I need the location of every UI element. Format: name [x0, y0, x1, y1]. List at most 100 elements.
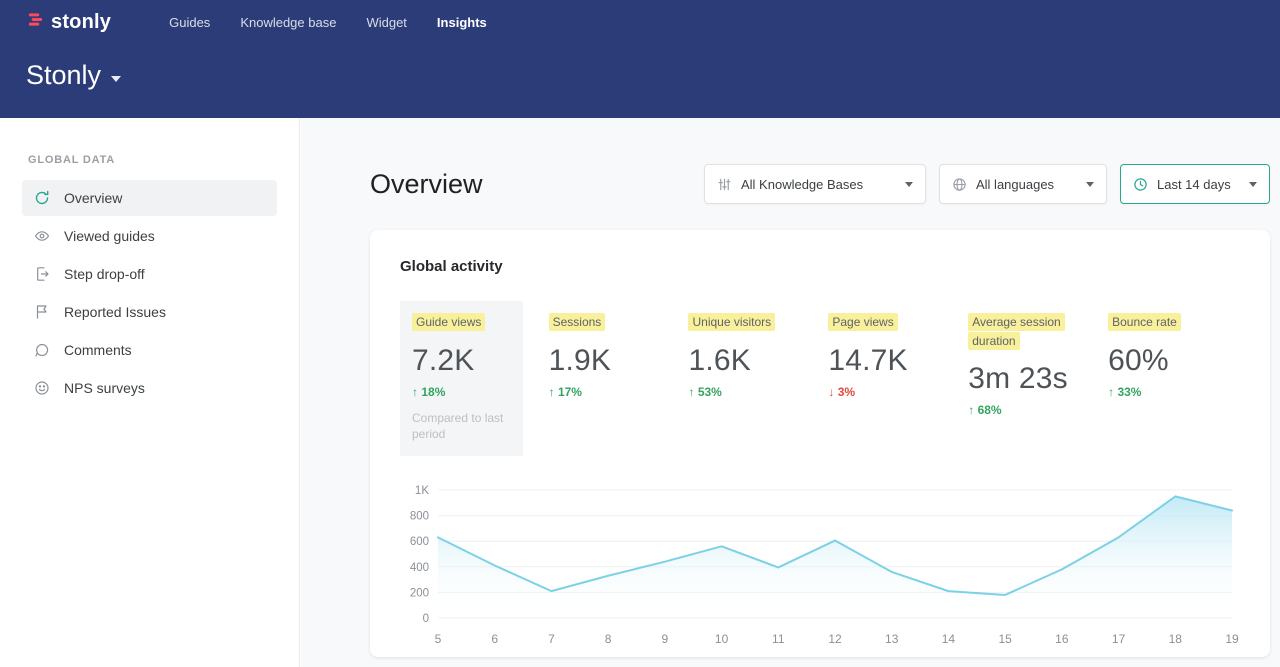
svg-text:15: 15 — [998, 632, 1012, 646]
page-title: Overview — [370, 169, 483, 200]
sidebar-item-overview[interactable]: Overview — [22, 180, 277, 216]
arrow-up-icon: ↑ — [549, 385, 555, 399]
metric-change: ↑ 33% — [1108, 385, 1240, 399]
svg-text:13: 13 — [885, 632, 899, 646]
workspace-selector[interactable]: Stonly — [26, 60, 121, 91]
nav-widget[interactable]: Widget — [366, 15, 406, 30]
sidebar-item-label: Reported Issues — [64, 304, 166, 320]
metric-average-session-duration[interactable]: Average session duration 3m 23s ↑ 68% — [960, 313, 1100, 456]
page-header: Overview All Knowledge Bases All languag… — [370, 162, 1270, 206]
filter-label: All languages — [976, 177, 1054, 192]
flag-icon — [34, 304, 50, 320]
stonly-logo-icon — [26, 10, 45, 34]
arrow-up-icon: ↑ — [412, 385, 418, 399]
metric-sessions[interactable]: Sessions 1.9K ↑ 17% — [541, 313, 681, 456]
metric-value: 60% — [1108, 344, 1240, 378]
metric-page-views[interactable]: Page views 14.7K ↓ 3% — [820, 313, 960, 456]
svg-text:8: 8 — [605, 632, 612, 646]
logo-text: stonly — [51, 11, 111, 34]
arrow-up-icon: ↑ — [968, 403, 974, 417]
compare-note: Compared to last period — [412, 410, 512, 442]
sidebar-item-comments[interactable]: Comments — [22, 332, 277, 368]
sidebar-item-label: NPS surveys — [64, 380, 145, 396]
metric-label: Unique visitors — [688, 313, 775, 331]
language-filter[interactable]: All languages — [939, 164, 1107, 204]
metric-value: 1.6K — [688, 344, 820, 378]
svg-text:0: 0 — [423, 613, 429, 625]
top-nav-items: Guides Knowledge base Widget Insights — [139, 15, 487, 30]
nav-guides[interactable]: Guides — [169, 15, 210, 30]
metric-label: Average session duration — [968, 313, 1065, 350]
filter-label: Last 14 days — [1157, 177, 1231, 192]
global-activity-card: Global activity Guide views 7.2K ↑ 18% C… — [370, 230, 1270, 657]
svg-text:18: 18 — [1169, 632, 1183, 646]
knowledge-base-filter[interactable]: All Knowledge Bases — [704, 164, 926, 204]
eye-icon — [34, 228, 50, 244]
metric-change: ↑ 18% — [412, 385, 513, 399]
sidebar: GLOBAL DATA Overview Viewed guides Step … — [0, 118, 300, 667]
svg-text:200: 200 — [410, 587, 429, 599]
filter-label: All Knowledge Bases — [741, 177, 863, 192]
chevron-down-icon — [1249, 182, 1257, 187]
metric-value: 3m 23s — [968, 362, 1100, 396]
svg-text:400: 400 — [410, 562, 429, 574]
step-dropoff-icon — [34, 266, 50, 282]
svg-text:800: 800 — [410, 511, 429, 523]
activity-chart: 02004006008001K5678910111213141516171819 — [400, 482, 1240, 650]
metric-change: ↑ 17% — [549, 385, 681, 399]
svg-text:12: 12 — [828, 632, 842, 646]
metric-label: Page views — [828, 313, 897, 331]
stonly-logo[interactable]: stonly — [26, 10, 111, 34]
sidebar-section-label: GLOBAL DATA — [28, 154, 299, 166]
metric-value: 14.7K — [828, 344, 960, 378]
smiley-icon — [34, 380, 50, 396]
chevron-down-icon — [905, 182, 913, 187]
svg-text:14: 14 — [942, 632, 956, 646]
sidebar-item-label: Comments — [64, 342, 132, 358]
svg-text:17: 17 — [1112, 632, 1126, 646]
chevron-down-icon — [1086, 182, 1094, 187]
svg-text:7: 7 — [548, 632, 555, 646]
top-header: stonly Guides Knowledge base Widget Insi… — [0, 0, 1280, 118]
sidebar-item-label: Overview — [64, 190, 122, 206]
sidebar-item-step-drop-off[interactable]: Step drop-off — [22, 256, 277, 292]
svg-text:9: 9 — [662, 632, 669, 646]
metric-tabs: Guide views 7.2K ↑ 18% Compared to last … — [400, 301, 1240, 456]
top-navbar: stonly Guides Knowledge base Widget Insi… — [0, 0, 1280, 34]
svg-text:19: 19 — [1225, 632, 1239, 646]
sidebar-item-label: Step drop-off — [64, 266, 145, 282]
metric-bounce-rate[interactable]: Bounce rate 60% ↑ 33% — [1100, 313, 1240, 456]
sidebar-item-nps-surveys[interactable]: NPS surveys — [22, 370, 277, 406]
metric-value: 1.9K — [549, 344, 681, 378]
overview-icon — [34, 190, 50, 206]
sidebar-item-reported-issues[interactable]: Reported Issues — [22, 294, 277, 330]
metric-label: Bounce rate — [1108, 313, 1181, 331]
card-title: Global activity — [400, 258, 1240, 275]
sidebar-item-label: Viewed guides — [64, 228, 155, 244]
chevron-down-icon — [111, 76, 121, 82]
svg-text:6: 6 — [491, 632, 498, 646]
arrow-down-icon: ↓ — [828, 385, 834, 399]
nav-insights[interactable]: Insights — [437, 15, 487, 30]
metric-unique-visitors[interactable]: Unique visitors 1.6K ↑ 53% — [680, 313, 820, 456]
main-content: Overview All Knowledge Bases All languag… — [301, 118, 1280, 667]
sidebar-item-viewed-guides[interactable]: Viewed guides — [22, 218, 277, 254]
metric-change: ↑ 53% — [688, 385, 820, 399]
svg-text:1K: 1K — [415, 485, 429, 497]
svg-text:600: 600 — [410, 536, 429, 548]
arrow-up-icon: ↑ — [688, 385, 694, 399]
metric-change: ↓ 3% — [828, 385, 960, 399]
activity-chart-area: 02004006008001K5678910111213141516171819 — [400, 482, 1240, 655]
metric-value: 7.2K — [412, 344, 513, 378]
date-range-filter[interactable]: Last 14 days — [1120, 164, 1270, 204]
clock-icon — [1133, 177, 1148, 192]
arrow-up-icon: ↑ — [1108, 385, 1114, 399]
nav-knowledge-base[interactable]: Knowledge base — [240, 15, 336, 30]
metric-label: Sessions — [549, 313, 606, 331]
globe-icon — [952, 177, 967, 192]
svg-text:11: 11 — [772, 632, 785, 646]
svg-text:10: 10 — [715, 632, 729, 646]
svg-text:5: 5 — [435, 632, 442, 646]
metric-guide-views[interactable]: Guide views 7.2K ↑ 18% Compared to last … — [400, 301, 523, 456]
comment-icon — [34, 342, 50, 358]
